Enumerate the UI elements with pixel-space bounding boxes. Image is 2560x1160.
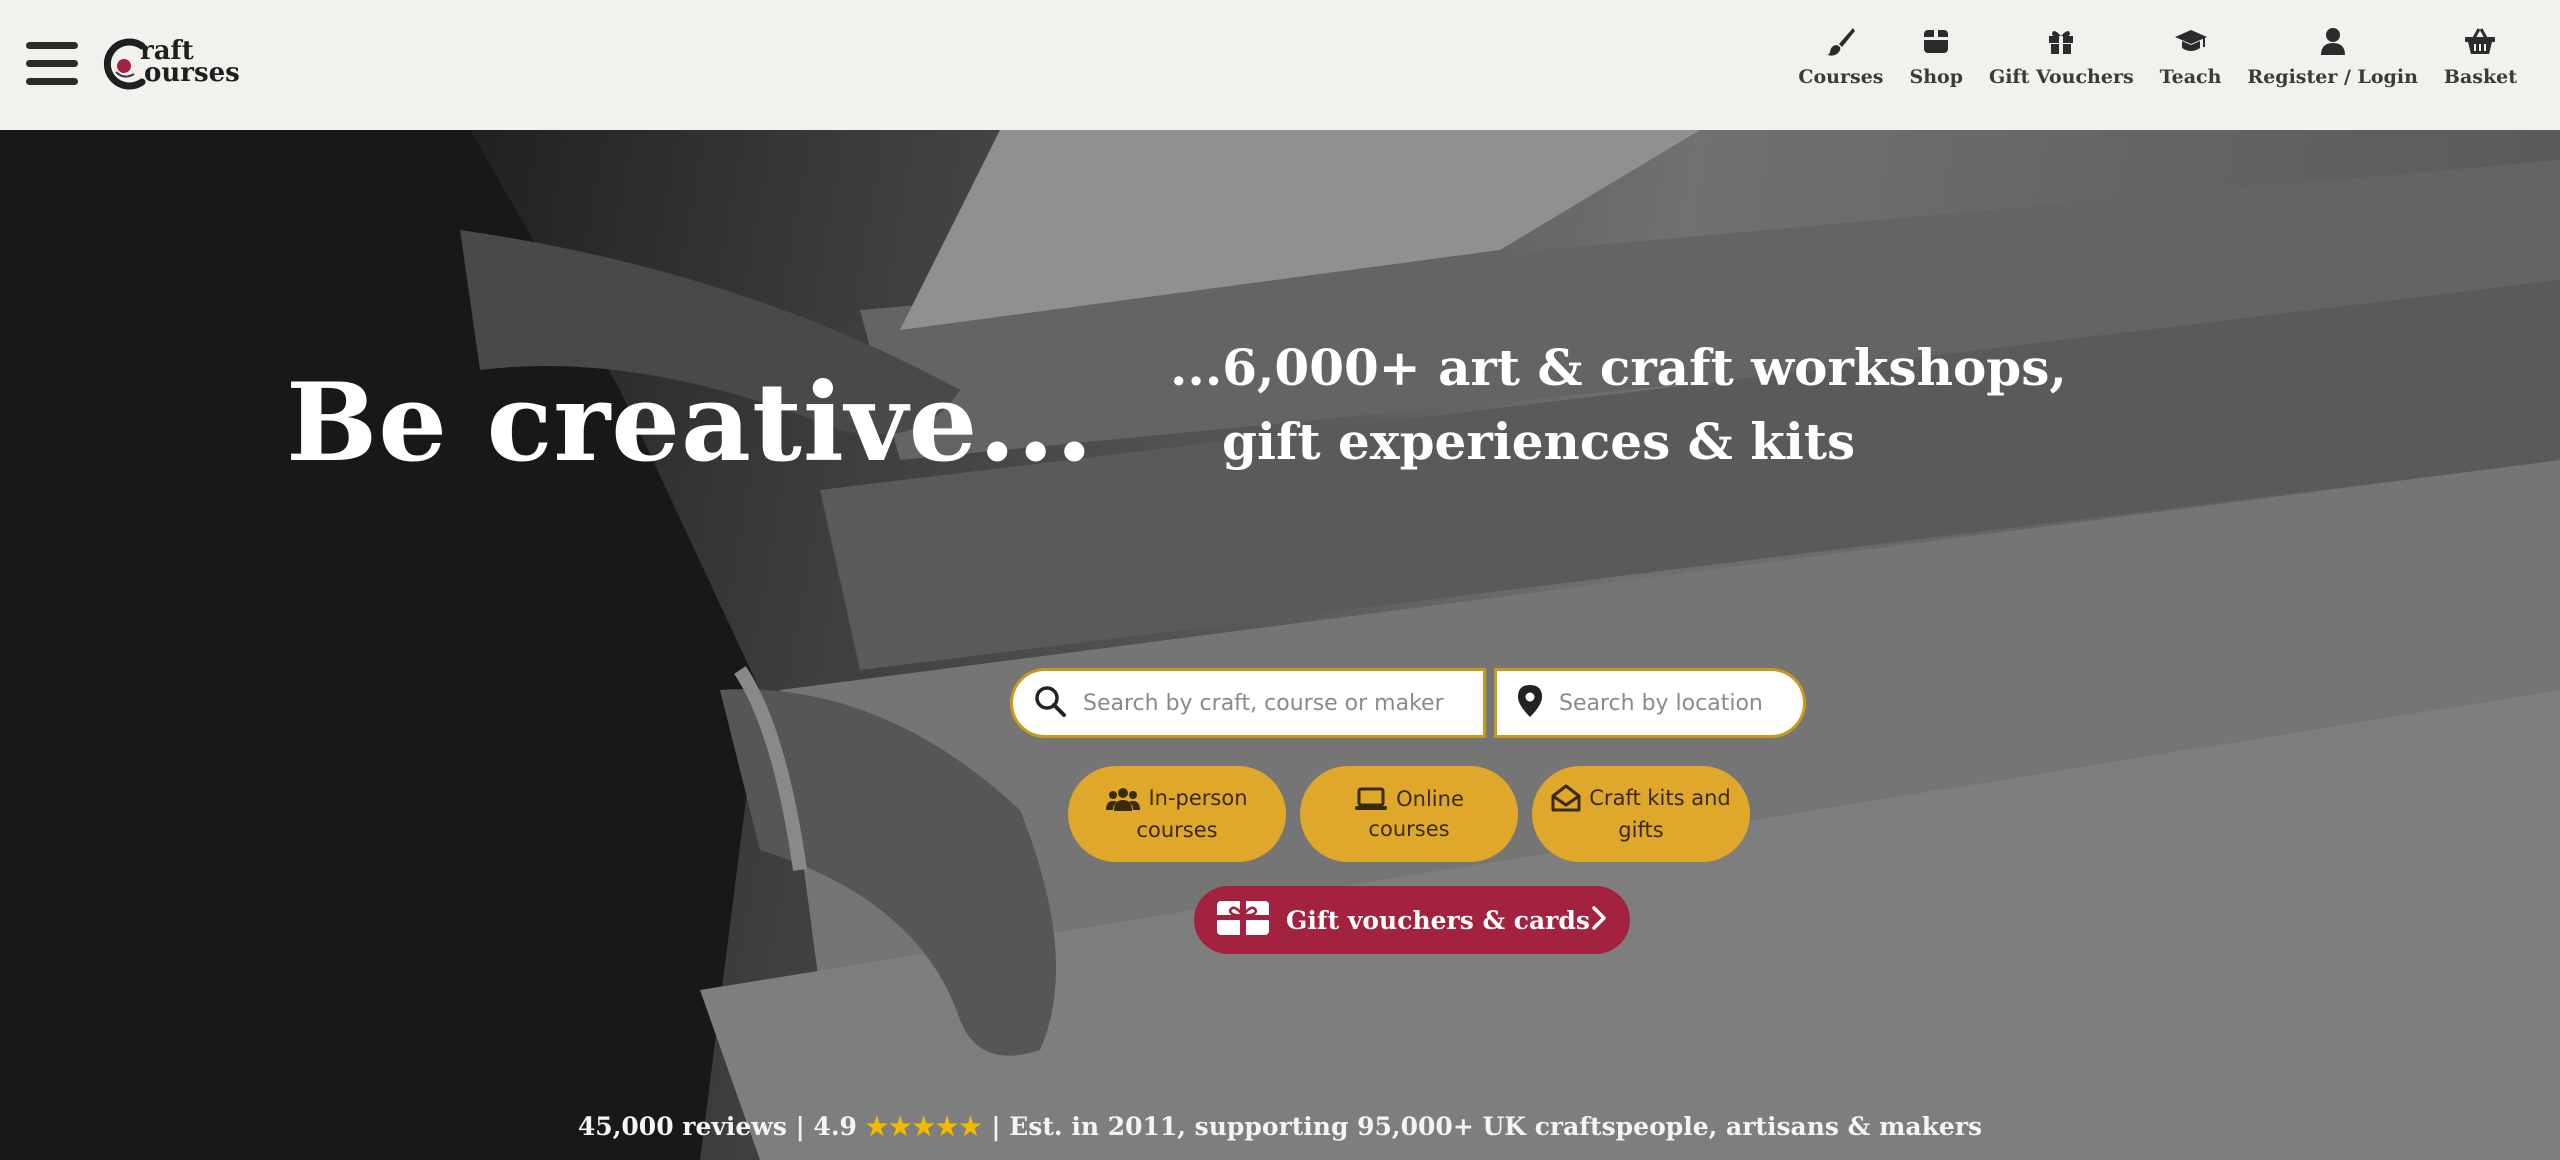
gift-card-icon	[1216, 900, 1270, 940]
laptop-icon	[1354, 787, 1388, 815]
logo-text-line2: ourses	[144, 58, 240, 88]
nav-register-login[interactable]: Register / Login	[2234, 24, 2430, 104]
nav-shop-label: Shop	[1909, 66, 1963, 88]
nav-teach[interactable]: Teach	[2147, 24, 2235, 104]
online-courses-button[interactable]: Online courses	[1300, 766, 1518, 862]
in-person-line2: courses	[1136, 817, 1218, 842]
nav-gift-vouchers-label: Gift Vouchers	[1988, 66, 2134, 88]
top-nav: Courses Shop Gift Vouchers Teach Registe…	[1785, 24, 2530, 104]
reviews-count[interactable]: 45,000 reviews	[578, 1112, 787, 1141]
nav-shop[interactable]: Shop	[1896, 24, 1976, 104]
nav-register-login-label: Register / Login	[2247, 66, 2418, 88]
nav-basket[interactable]: Basket	[2431, 24, 2530, 104]
location-search-field[interactable]	[1494, 668, 1806, 738]
user-icon	[2316, 24, 2350, 58]
in-person-line1: In-person	[1148, 786, 1248, 811]
basket-icon	[2463, 24, 2497, 58]
site-header: raft ourses Courses Shop Gift Vouchers T…	[0, 0, 2560, 130]
hero-headline: Be creative...	[286, 360, 1095, 486]
gift-icon	[2044, 24, 2078, 58]
paintbrush-icon	[1824, 24, 1858, 58]
craft-kits-gifts-button[interactable]: Craft kits and gifts	[1532, 766, 1750, 862]
shop-box-icon	[1919, 24, 1953, 58]
nav-courses[interactable]: Courses	[1785, 24, 1896, 104]
online-line1: Online	[1396, 786, 1464, 811]
gift-vouchers-cards-button[interactable]: Gift vouchers & cards	[1194, 886, 1630, 954]
craft-kits-line2: gifts	[1618, 818, 1664, 843]
craft-search-field[interactable]	[1010, 668, 1486, 738]
online-line2: courses	[1368, 817, 1450, 842]
rating-stars-icon: ★★★★★	[865, 1112, 983, 1141]
hamburger-menu-icon[interactable]	[26, 42, 78, 86]
nav-basket-label: Basket	[2443, 66, 2517, 88]
hero-section: Be creative... ...6,000+ art & craft wor…	[0, 130, 2560, 1160]
graduation-cap-icon	[2174, 24, 2208, 58]
in-person-courses-button[interactable]: In-person courses	[1068, 766, 1286, 862]
reviews-strip: 45,000 reviews | 4.9 ★★★★★ | Est. in 201…	[0, 1112, 2560, 1141]
reviews-separator-2: |	[991, 1112, 1010, 1141]
reviews-rating: 4.9	[813, 1112, 857, 1141]
reviews-tagline: Est. in 2011, supporting 95,000+ UK craf…	[1009, 1112, 1983, 1141]
location-search-input[interactable]	[1557, 689, 1783, 717]
category-pills: In-person courses Online courses Craft k…	[1068, 766, 1750, 862]
nav-gift-vouchers[interactable]: Gift Vouchers	[1976, 24, 2147, 104]
map-pin-icon	[1517, 684, 1543, 722]
people-icon	[1106, 786, 1141, 816]
craft-courses-logo[interactable]: raft ourses	[102, 36, 262, 96]
craft-search-input[interactable]	[1081, 689, 1463, 717]
hero-dim-overlay	[0, 130, 2560, 1160]
hero-subline-1: ...6,000+ art & craft workshops,	[1170, 338, 2067, 397]
gift-button-label: Gift vouchers & cards	[1286, 905, 1590, 935]
nav-teach-label: Teach	[2159, 66, 2222, 88]
search-bar	[1010, 668, 1806, 738]
hero-subline-2: gift experiences & kits	[1222, 412, 1856, 471]
craft-kits-line1: Craft kits and	[1589, 785, 1731, 810]
chevron-right-icon	[1590, 905, 1608, 935]
nav-courses-label: Courses	[1798, 66, 1884, 88]
envelope-open-icon	[1551, 784, 1581, 816]
search-icon	[1033, 684, 1067, 722]
reviews-separator-1: |	[795, 1112, 814, 1141]
